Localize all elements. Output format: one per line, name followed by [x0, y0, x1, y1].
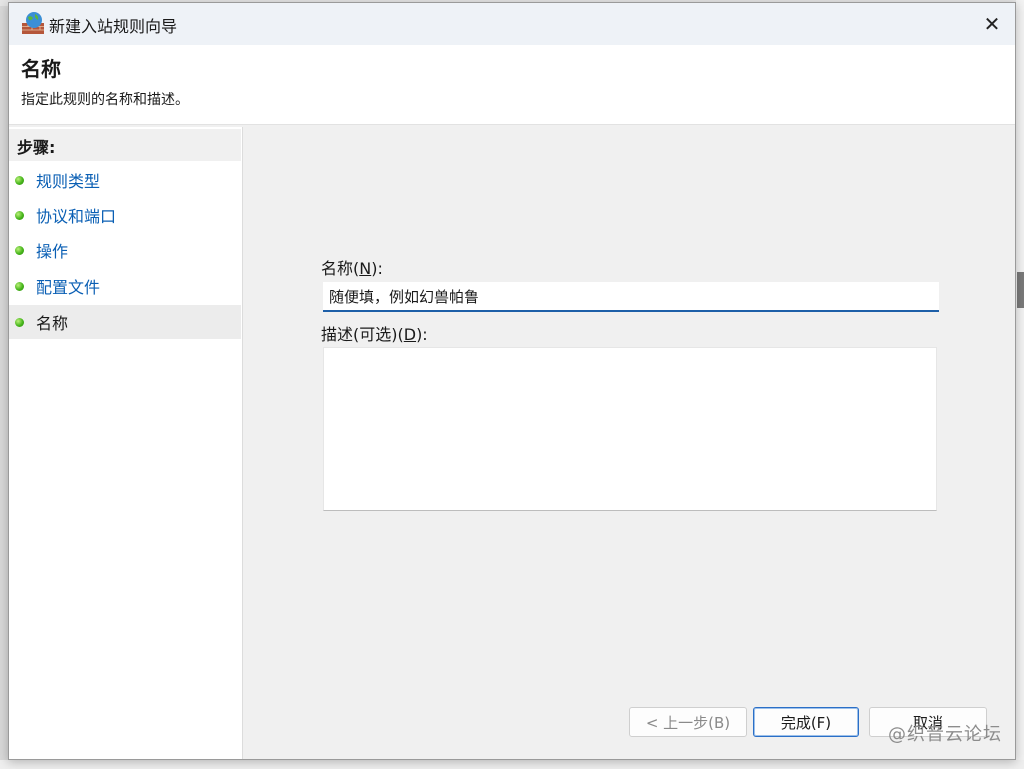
- close-icon: ✕: [983, 12, 1001, 36]
- page-header: 名称 指定此规则的名称和描述。: [9, 45, 1015, 125]
- step-label: 规则类型: [36, 172, 101, 191]
- step-label: 操作: [36, 242, 69, 261]
- step-profile[interactable]: 配置文件: [9, 269, 241, 303]
- step-protocol-ports[interactable]: 协议和端口: [9, 198, 241, 232]
- background-scrollbar-thumb: [1017, 272, 1024, 308]
- page-title: 名称: [21, 57, 61, 81]
- back-button[interactable]: < 上一步(B): [629, 707, 747, 737]
- name-input[interactable]: [323, 282, 939, 312]
- step-rule-type[interactable]: 规则类型: [9, 163, 241, 197]
- title-bar[interactable]: 新建入站规则向导 ✕: [9, 3, 1015, 45]
- wizard-window: 新建入站规则向导 ✕ 名称 指定此规则的名称和描述。 步骤: 规则类型 协议和端…: [8, 2, 1016, 760]
- description-field-label: 描述(可选)(D):: [321, 325, 428, 344]
- description-input[interactable]: [323, 347, 937, 511]
- firewall-globe-icon: [22, 12, 44, 34]
- finish-button[interactable]: 完成(F): [753, 707, 859, 737]
- page-subtitle: 指定此规则的名称和描述。: [21, 92, 189, 108]
- steps-panel: 步骤: 规则类型 协议和端口 操作 配置文件 名称: [9, 127, 243, 759]
- step-label: 名称: [36, 314, 69, 333]
- step-status-dot-icon: [15, 281, 24, 291]
- window-title: 新建入站规则向导: [49, 17, 178, 36]
- name-field-label: 名称(N):: [321, 259, 383, 278]
- desktop-background-bottom: [0, 760, 1024, 769]
- close-button[interactable]: ✕: [977, 9, 1007, 39]
- step-status-dot-icon: [15, 317, 24, 327]
- steps-title: 步骤:: [9, 129, 241, 161]
- step-status-dot-icon: [15, 210, 24, 220]
- step-status-dot-icon: [15, 245, 24, 255]
- content-panel: 名称(N): 描述(可选)(D): < 上一步(B) 完成(F) 取消: [245, 127, 1015, 759]
- watermark: @织音云论坛: [888, 724, 1002, 745]
- background-scrollbar: [1016, 0, 1024, 769]
- step-label: 协议和端口: [36, 207, 117, 226]
- step-label: 配置文件: [36, 278, 101, 297]
- step-action[interactable]: 操作: [9, 233, 241, 267]
- step-status-dot-icon: [15, 175, 24, 185]
- step-name[interactable]: 名称: [9, 305, 241, 339]
